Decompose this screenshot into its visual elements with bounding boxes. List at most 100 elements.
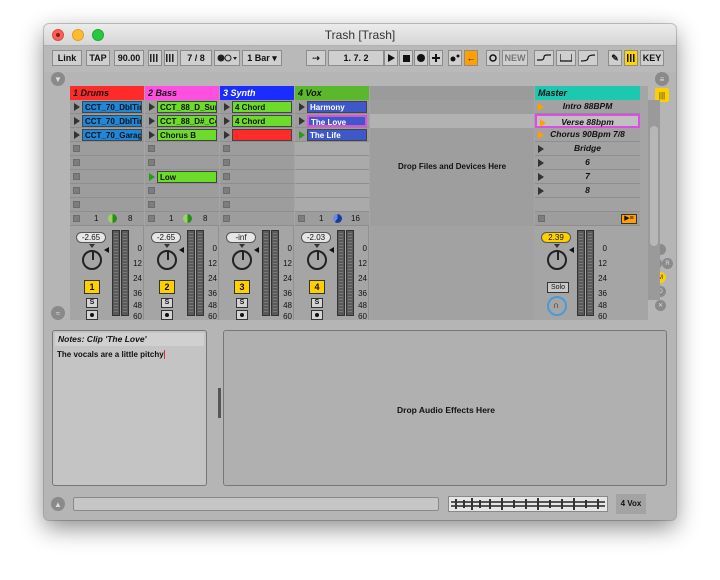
empty-clip-slot[interactable]: [220, 170, 294, 184]
follow-button[interactable]: ⇢: [306, 50, 326, 66]
clip[interactable]: CCT_70_DblTim: [82, 101, 142, 113]
selected-clip[interactable]: The Love: [307, 115, 367, 127]
stop-square-icon[interactable]: [223, 145, 230, 152]
scrollbar-thumb[interactable]: [650, 126, 658, 246]
arm-button[interactable]: [311, 310, 323, 320]
play-button[interactable]: [384, 50, 398, 66]
stop-square-icon[interactable]: [73, 187, 80, 194]
empty-clip-slot[interactable]: [295, 142, 369, 156]
new-button[interactable]: NEW: [502, 50, 528, 66]
stop-square-icon[interactable]: [73, 159, 80, 166]
stop-square-icon[interactable]: [223, 173, 230, 180]
play-clip-icon[interactable]: [71, 115, 82, 126]
key-map-button[interactable]: KEY: [640, 50, 664, 66]
play-clip-icon[interactable]: [146, 115, 157, 126]
track-header[interactable]: 2 Bass: [145, 86, 219, 100]
panel-splitter[interactable]: [218, 388, 221, 418]
stop-square-icon[interactable]: [148, 145, 155, 152]
clip[interactable]: Chorus B: [157, 129, 217, 141]
quantize-dropdown[interactable]: 1 Bar ▾: [242, 50, 282, 66]
pan-knob[interactable]: [547, 250, 567, 270]
computer-midi-keyboard-button[interactable]: [624, 50, 638, 66]
stop-all-clips-button[interactable]: [538, 215, 545, 222]
empty-clip-slot[interactable]: [70, 198, 144, 212]
play-clip-icon[interactable]: [71, 129, 82, 140]
clip[interactable]: The Life: [307, 129, 367, 141]
back-to-arrangement-button[interactable]: ←: [464, 50, 478, 66]
stop-clips-button[interactable]: [73, 215, 80, 222]
fader-handle[interactable]: [569, 247, 574, 253]
pan-knob[interactable]: [232, 250, 252, 270]
fader-handle[interactable]: [254, 247, 259, 253]
stop-button[interactable]: [399, 50, 413, 66]
volume-field[interactable]: -2.65: [76, 232, 106, 243]
empty-clip-slot[interactable]: [295, 156, 369, 170]
overdub-button[interactable]: [448, 50, 462, 66]
returns-toggle-button[interactable]: R: [662, 258, 673, 269]
clip-slot[interactable]: CCT_70_DblTim: [70, 100, 144, 114]
overview-toggle-button[interactable]: ≈: [51, 306, 65, 320]
clip[interactable]: Low: [157, 171, 217, 183]
pan-knob[interactable]: [157, 250, 177, 270]
empty-clip-slot[interactable]: [70, 170, 144, 184]
clip[interactable]: CCT_88_D#_Col: [157, 115, 217, 127]
track-activator-button[interactable]: 2: [159, 280, 175, 294]
track-activator-button[interactable]: 4: [309, 280, 325, 294]
empty-clip-slot[interactable]: [295, 170, 369, 184]
play-clip-icon[interactable]: [71, 101, 82, 112]
detail-view-toggle-button[interactable]: ▲: [51, 497, 65, 511]
stop-square-icon[interactable]: [223, 159, 230, 166]
solo-cue-button[interactable]: Solo: [547, 282, 569, 293]
scene-launch-icon[interactable]: [538, 159, 544, 167]
master-volume-field[interactable]: 2.39: [541, 232, 571, 243]
clip[interactable]: Harmony: [307, 101, 367, 113]
arm-button[interactable]: [161, 310, 173, 320]
scene-launch[interactable]: Chorus 90Bpm 7/8: [535, 128, 640, 142]
scene-launch[interactable]: 8: [535, 184, 640, 198]
automation-arm-button[interactable]: [486, 50, 500, 66]
play-clip-icon[interactable]: [146, 129, 157, 140]
stop-square-icon[interactable]: [223, 201, 230, 208]
empty-clip-slot[interactable]: [70, 184, 144, 198]
play-clip-icon[interactable]: [146, 171, 157, 182]
track-activator-button[interactable]: 1: [84, 280, 100, 294]
empty-clip-slot[interactable]: [145, 184, 219, 198]
play-clip-icon[interactable]: [221, 101, 232, 112]
nudge-down-button[interactable]: [148, 50, 162, 66]
scene-launch[interactable]: Intro 88BPM: [535, 100, 640, 114]
scene-launch-icon[interactable]: [540, 119, 546, 127]
loop-button[interactable]: [534, 50, 554, 66]
stop-square-icon[interactable]: [73, 145, 80, 152]
link-button[interactable]: Link: [52, 50, 82, 66]
scene-launch-icon[interactable]: [538, 131, 544, 139]
scene-launch[interactable]: 7: [535, 170, 640, 184]
empty-scene[interactable]: [535, 198, 640, 212]
clip-slot[interactable]: 4 Chord: [220, 100, 294, 114]
solo-button[interactable]: S: [86, 298, 98, 308]
volume-field[interactable]: -2.03: [301, 232, 331, 243]
stop-all-icon[interactable]: ▶≡: [621, 214, 637, 224]
clip-slot[interactable]: 4 Chord: [220, 114, 294, 128]
empty-clip-slot[interactable]: [70, 156, 144, 170]
volume-field[interactable]: -inf: [226, 232, 256, 243]
empty-clip-slot[interactable]: [220, 142, 294, 156]
track-header[interactable]: 3 Synth: [220, 86, 294, 100]
nudge-up-button[interactable]: [164, 50, 178, 66]
clip-overview[interactable]: [448, 496, 608, 512]
clip[interactable]: CCT_70_Garage: [82, 129, 142, 141]
arm-button[interactable]: [86, 310, 98, 320]
clip[interactable]: CCT_88_D_Sum: [157, 101, 217, 113]
empty-clip-slot[interactable]: [220, 156, 294, 170]
empty-clip-slot[interactable]: [145, 142, 219, 156]
solo-button[interactable]: S: [161, 298, 173, 308]
volume-field[interactable]: -2.65: [151, 232, 181, 243]
fader-handle[interactable]: [179, 247, 184, 253]
clip[interactable]: 4 Chord: [232, 101, 292, 113]
clip-slot[interactable]: The Love: [295, 114, 369, 128]
record-button[interactable]: [414, 50, 428, 66]
track-header[interactable]: 4 Vox: [295, 86, 369, 100]
device-drop-zone[interactable]: Drop Audio Effects Here: [223, 330, 667, 486]
notes-textarea[interactable]: The vocals are a little pitchy: [57, 350, 165, 360]
browser-toggle-button[interactable]: ▼: [51, 72, 65, 86]
play-clip-icon[interactable]: [221, 115, 232, 126]
